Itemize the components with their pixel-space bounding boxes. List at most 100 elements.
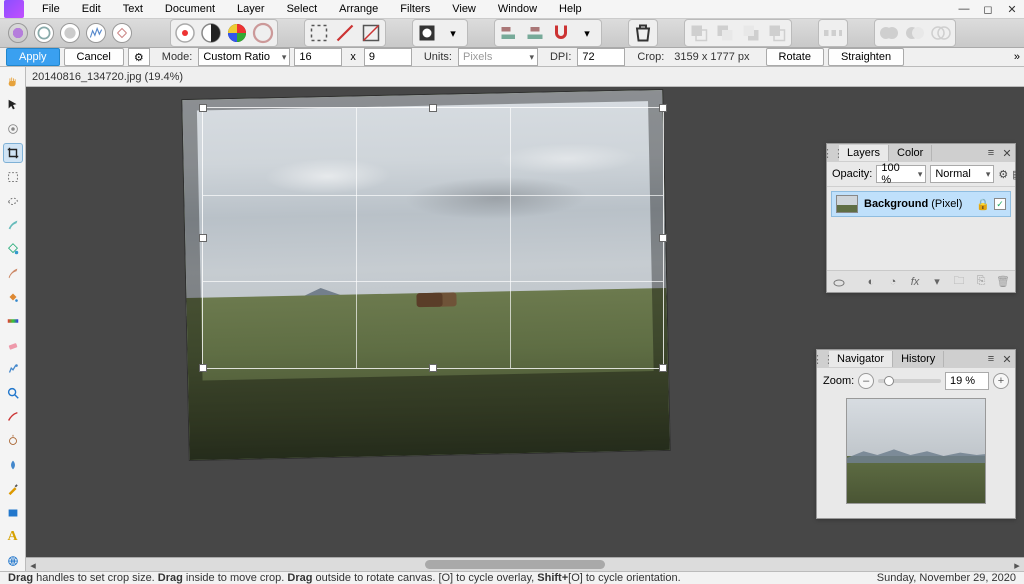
panel-menu-icon[interactable]: ≡: [983, 145, 999, 161]
clip-arrow-icon[interactable]: ▾: [929, 274, 945, 290]
scroll-thumb[interactable]: [425, 560, 605, 569]
arrange-backward-icon[interactable]: [713, 22, 737, 44]
color-wheel-icon[interactable]: [225, 22, 249, 44]
photo-persona-icon[interactable]: [8, 23, 28, 43]
menu-window[interactable]: Window: [488, 0, 547, 18]
context-overflow-icon[interactable]: »: [1014, 51, 1020, 63]
crop-overlay[interactable]: [202, 107, 664, 369]
export-persona-icon[interactable]: [112, 23, 132, 43]
menu-select[interactable]: Select: [277, 0, 328, 18]
crop-mode-select[interactable]: Custom Ratio: [198, 48, 290, 66]
ratio-height-input[interactable]: 9: [364, 48, 412, 66]
boolean-intersect-icon[interactable]: [929, 22, 953, 44]
arrange-forward-icon[interactable]: [739, 22, 763, 44]
apply-button[interactable]: Apply: [6, 48, 60, 66]
scroll-left-icon[interactable]: ◂: [26, 558, 40, 572]
text-tool-icon[interactable]: A: [3, 527, 23, 547]
blendmode-select[interactable]: Normal: [930, 165, 994, 183]
inpaint-tool-icon[interactable]: [3, 407, 23, 427]
freehand-select-tool-icon[interactable]: [3, 191, 23, 211]
color-picker-icon[interactable]: [173, 22, 197, 44]
scroll-right-icon[interactable]: ▸: [1010, 558, 1024, 572]
mask-icon[interactable]: ◐: [863, 274, 879, 290]
flood-select-tool-icon[interactable]: [3, 239, 23, 259]
menu-view[interactable]: View: [442, 0, 486, 18]
panel-close-icon[interactable]: ✕: [999, 145, 1015, 161]
crop-handle-w[interactable]: [199, 234, 207, 242]
crop-handle-nw[interactable]: [199, 104, 207, 112]
navigator-preview[interactable]: [846, 398, 986, 504]
erase-tool-icon[interactable]: [3, 335, 23, 355]
swatch-empty-icon[interactable]: [251, 22, 275, 44]
paint-brush-tool-icon[interactable]: [3, 263, 23, 283]
gradient-tool-icon[interactable]: [3, 311, 23, 331]
panel-grip-icon[interactable]: ⋮⋮: [827, 147, 839, 160]
fill-tool-icon[interactable]: [3, 287, 23, 307]
contrast-icon[interactable]: [199, 22, 223, 44]
arrange-front-icon[interactable]: [765, 22, 789, 44]
zoom-value-input[interactable]: 19 %: [945, 372, 989, 390]
document-tab[interactable]: 20140816_134720.jpg (19.4%): [26, 67, 1024, 87]
zoom-out-icon[interactable]: –: [858, 373, 874, 389]
zoom-in-icon[interactable]: +: [993, 373, 1009, 389]
cancel-button[interactable]: Cancel: [64, 48, 124, 66]
group-icon[interactable]: 🗀: [951, 274, 967, 290]
layer-row-background[interactable]: Background (Pixel) 🔒 ✓: [831, 191, 1011, 217]
menu-arrange[interactable]: Arrange: [329, 0, 388, 18]
snap-arrow-icon[interactable]: ▾: [575, 22, 599, 44]
menu-text[interactable]: Text: [113, 0, 153, 18]
layer-blend-ranges-icon[interactable]: [831, 274, 847, 290]
crop-handle-e[interactable]: [659, 234, 667, 242]
rotate-button[interactable]: Rotate: [766, 48, 824, 66]
marquee-diag-icon[interactable]: [333, 22, 357, 44]
clone-tool-icon[interactable]: [3, 359, 23, 379]
selection-marquee-tool-icon[interactable]: [3, 167, 23, 187]
menu-help[interactable]: Help: [549, 0, 592, 18]
crop-handle-s[interactable]: [429, 364, 437, 372]
move-tool-icon[interactable]: [3, 95, 23, 115]
layer-gear-icon[interactable]: ⚙: [998, 166, 1008, 182]
selection-brush-tool-icon[interactable]: [3, 215, 23, 235]
window-close-icon[interactable]: ✕: [1004, 2, 1020, 16]
panel-close-icon[interactable]: ✕: [999, 351, 1015, 367]
tab-navigator[interactable]: Navigator: [829, 351, 893, 367]
menu-filters[interactable]: Filters: [390, 0, 440, 18]
quickmask-icon[interactable]: [415, 22, 439, 44]
layer-menu-icon[interactable]: ▤: [1012, 166, 1022, 182]
ratio-width-input[interactable]: 16: [294, 48, 342, 66]
panel-grip-icon[interactable]: ⋮⋮: [817, 353, 829, 366]
dodge-tool-icon[interactable]: [3, 431, 23, 451]
tonemap-persona-icon[interactable]: [86, 23, 106, 43]
opacity-input[interactable]: 100 %: [876, 165, 926, 183]
boolean-add-icon[interactable]: [877, 22, 901, 44]
dpi-input[interactable]: 72: [577, 48, 625, 66]
align-left-icon[interactable]: [497, 22, 521, 44]
pen-tool-icon[interactable]: [3, 479, 23, 499]
duplicate-icon[interactable]: ⎘: [973, 274, 989, 290]
crop-handle-n[interactable]: [429, 104, 437, 112]
trash-icon[interactable]: [631, 22, 655, 44]
menu-edit[interactable]: Edit: [72, 0, 111, 18]
mesh-tool-icon[interactable]: [3, 551, 23, 571]
tab-layers[interactable]: Layers: [839, 145, 889, 161]
fx-icon[interactable]: fx: [907, 274, 923, 290]
crop-tool-icon[interactable]: [3, 143, 23, 163]
color-picker-tool-icon[interactable]: [3, 119, 23, 139]
crop-settings-icon[interactable]: ⚙: [128, 48, 150, 66]
menu-file[interactable]: File: [32, 0, 70, 18]
liquify-persona-icon[interactable]: [34, 23, 54, 43]
delete-layer-icon[interactable]: 🗑: [995, 274, 1011, 290]
adjust-icon[interactable]: ◔: [885, 274, 901, 290]
straighten-button[interactable]: Straighten: [828, 48, 904, 66]
horizontal-scrollbar[interactable]: ◂ ▸: [26, 557, 1024, 571]
tab-color[interactable]: Color: [889, 145, 932, 161]
crop-handle-sw[interactable]: [199, 364, 207, 372]
develop-persona-icon[interactable]: [60, 23, 80, 43]
smudge-tool-icon[interactable]: [3, 455, 23, 475]
zoom-slider-knob[interactable]: [884, 376, 894, 386]
marquee-rect-icon[interactable]: [307, 22, 331, 44]
zoom-tool-icon[interactable]: [3, 383, 23, 403]
panel-menu-icon[interactable]: ≡: [983, 351, 999, 367]
menu-document[interactable]: Document: [155, 0, 225, 18]
boolean-subtract-icon[interactable]: [903, 22, 927, 44]
